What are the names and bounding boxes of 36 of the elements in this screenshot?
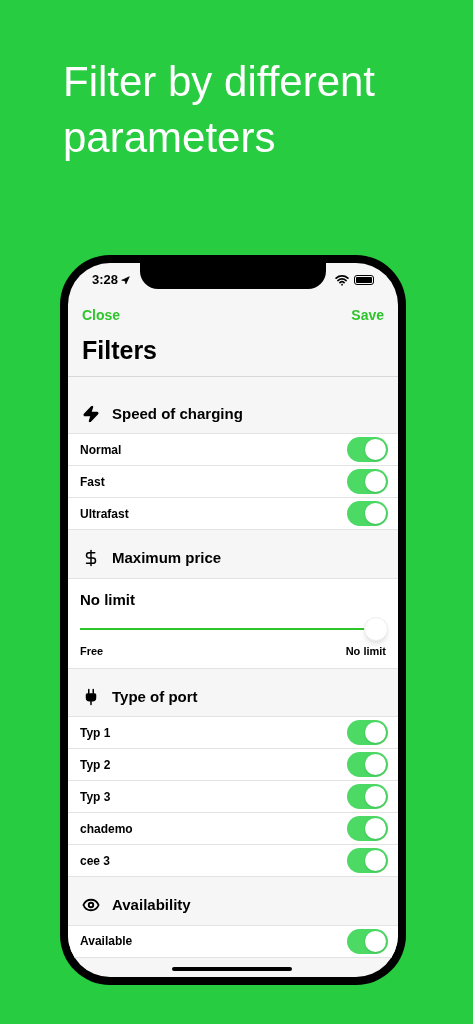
close-button[interactable]: Close (82, 305, 121, 326)
section-title: Availability (112, 895, 191, 915)
toggle-switch[interactable] (347, 752, 388, 777)
toggle-switch[interactable] (347, 720, 388, 745)
row-label: cee 3 (80, 852, 111, 870)
toggle-switch[interactable] (347, 816, 388, 841)
wifi-icon (335, 273, 349, 287)
section-title: Maximum price (112, 548, 222, 568)
save-button[interactable]: Save (351, 305, 384, 326)
battery-icon (354, 275, 374, 285)
location-icon (121, 275, 131, 285)
toggle-switch[interactable] (347, 784, 388, 809)
max-label: No limit (345, 644, 386, 659)
headline: Filter by different parameters (62, 57, 377, 163)
price-slider[interactable] (80, 617, 386, 641)
slider-thumb[interactable] (364, 617, 388, 641)
lightning-icon (82, 404, 100, 423)
toggle-switch[interactable] (347, 469, 388, 494)
toggle-switch[interactable] (347, 928, 388, 954)
page-title: Filters (68, 326, 398, 377)
row-label: Typ 3 (80, 788, 111, 806)
toggle-switch[interactable] (347, 848, 388, 873)
section-title: Speed of charging (112, 403, 243, 424)
toggle-switch[interactable] (347, 437, 388, 462)
row-label: chademo (80, 820, 133, 838)
price-value: No limit (80, 589, 136, 610)
row-label: Typ 2 (80, 756, 111, 774)
min-label: Free (80, 644, 104, 659)
row-label: Typ 1 (80, 724, 111, 742)
row-label: Ultrafast (80, 505, 129, 523)
row-label: Available (80, 933, 133, 950)
section-title: Type of port (112, 686, 198, 707)
row-label: Normal (80, 441, 122, 459)
status-time: 3:28 (92, 271, 119, 290)
toggle-switch[interactable] (347, 501, 388, 526)
row-label: Fast (80, 473, 105, 491)
